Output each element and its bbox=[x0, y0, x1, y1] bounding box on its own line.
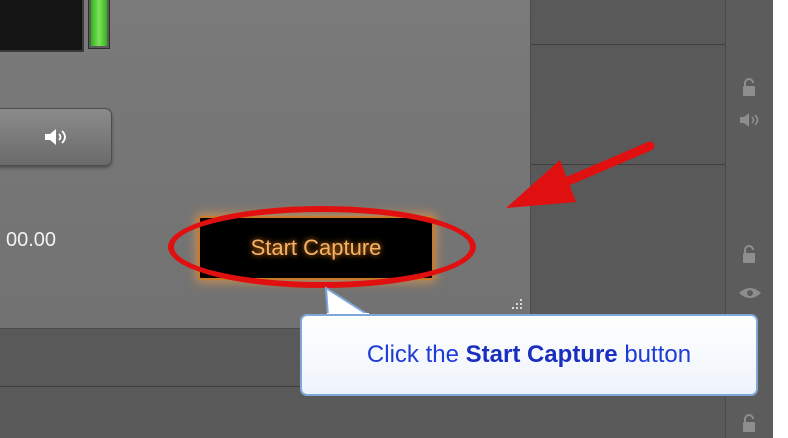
lock-icon[interactable] bbox=[740, 414, 758, 434]
speaker-icon[interactable] bbox=[738, 112, 762, 128]
audio-level-meter bbox=[88, 0, 110, 49]
lock-icon[interactable] bbox=[740, 245, 758, 265]
recording-duration: 00.00 bbox=[6, 229, 57, 251]
instruction-callout: Click the Start Capture button bbox=[300, 314, 758, 396]
callout-prefix: Click the bbox=[366, 341, 466, 368]
callout-suffix: button bbox=[617, 341, 692, 368]
eye-icon[interactable] bbox=[738, 286, 762, 300]
track-divider bbox=[530, 44, 725, 45]
callout-emphasis: Start Capture bbox=[465, 341, 618, 368]
screenshot-stage: 00.00 Start Capture Click the Start Capt… bbox=[0, 0, 788, 438]
lock-icon[interactable] bbox=[740, 78, 758, 98]
speaker-icon bbox=[45, 129, 66, 145]
pointer-arrow-icon bbox=[506, 141, 655, 208]
audio-toggle-button[interactable] bbox=[0, 108, 112, 166]
audio-level-fill bbox=[91, 0, 107, 46]
highlight-ellipse bbox=[168, 206, 476, 288]
resize-grip-icon[interactable] bbox=[510, 297, 524, 311]
camera-preview bbox=[0, 0, 84, 52]
